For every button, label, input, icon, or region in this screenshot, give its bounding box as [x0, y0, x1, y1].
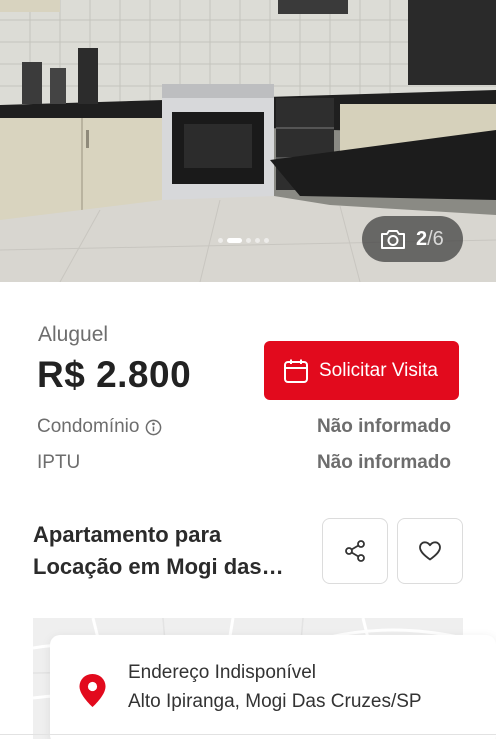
favorite-button[interactable] [397, 518, 463, 584]
condominio-value: Não informado [316, 416, 451, 437]
fee-label: Condomínio [37, 416, 162, 438]
request-visit-button[interactable]: Solicitar Visita [264, 341, 459, 400]
pagination-dot[interactable] [218, 238, 223, 243]
fee-row-iptu: IPTU Não informado [37, 452, 451, 474]
address-card [50, 635, 496, 739]
location-pin-icon [79, 674, 106, 707]
rent-price: R$ 2.800 [37, 354, 192, 395]
address-neighborhood-city: Alto Ipiranga, Mogi Das Cruzes/SP [128, 691, 422, 712]
condominio-label: Condomínio [37, 416, 140, 437]
request-visit-label: Solicitar Visita [319, 359, 438, 381]
fee-row-condominio: Condomínio Não informado [37, 416, 451, 438]
photo-gallery[interactable]: 2/6 [0, 0, 496, 282]
pagination-dot[interactable] [246, 238, 251, 243]
listing-title: Apartamento para Locação em Mogi das Cru… [33, 522, 262, 579]
photo-counter-total: /6 [427, 227, 444, 250]
photo-counter-current: 2 [416, 227, 428, 250]
pagination-dot[interactable] [255, 238, 260, 243]
photo-counter-text: 2/6 [416, 228, 444, 251]
listing-type-label: Aluguel [38, 323, 109, 346]
gallery-pagination [218, 238, 269, 243]
photo-counter-button[interactable]: 2/6 [362, 216, 463, 262]
iptu-label: IPTU [37, 452, 81, 473]
share-icon [345, 540, 365, 562]
heart-icon [419, 541, 441, 561]
bottom-divider [0, 734, 496, 735]
address-status: Endereço Indisponível [128, 662, 317, 683]
camera-icon [381, 230, 405, 249]
calendar-icon [284, 359, 308, 383]
share-button[interactable] [322, 518, 388, 584]
pagination-dot[interactable] [264, 238, 269, 243]
info-icon[interactable] [145, 419, 162, 436]
pagination-dot-active[interactable] [227, 238, 242, 243]
iptu-value: Não informado [316, 452, 451, 473]
